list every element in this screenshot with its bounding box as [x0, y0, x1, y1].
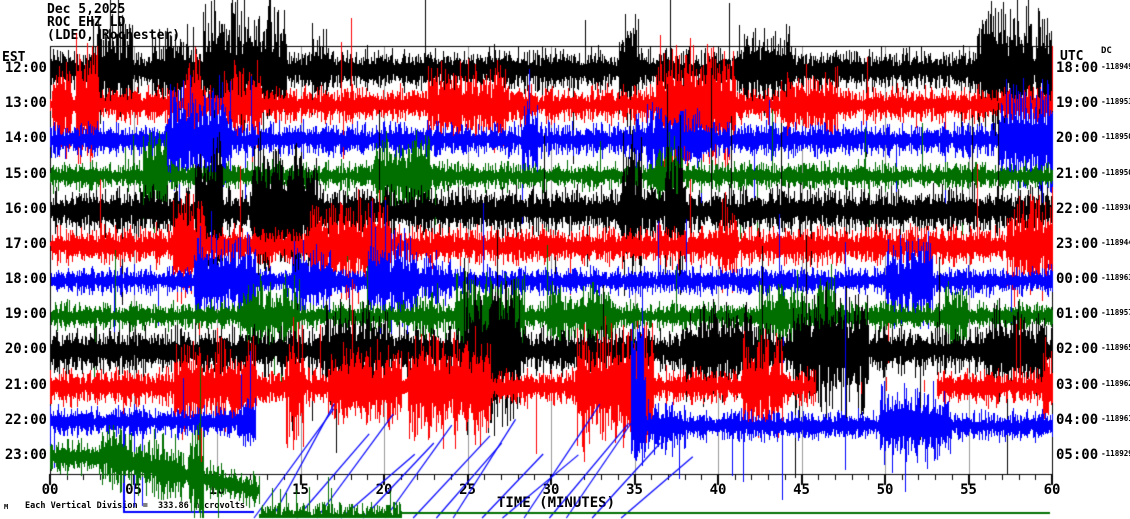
dc-offset-value: -1189368 [1101, 203, 1130, 212]
dc-column-label: DC [1101, 46, 1112, 56]
utc-hour-value: 18:00 [1056, 61, 1098, 75]
left-hour-label-12: 12:00 [0, 61, 47, 75]
right-hour-label-20: 20:00-1189501 [1056, 131, 1130, 145]
dc-offset-value: -1189627 [1101, 379, 1130, 388]
left-hour-label-20: 20:00 [0, 342, 47, 356]
dc-offset-value: -1189632 [1101, 273, 1130, 282]
scale-note: Each Vertical Division = 333.86 microvol… [25, 501, 245, 511]
dc-offset-value: -1189530 [1101, 97, 1130, 106]
utc-hour-value: 05:00 [1056, 448, 1098, 462]
utc-hour-value: 03:00 [1056, 378, 1098, 392]
utc-hour-value: 04:00 [1056, 413, 1098, 427]
utc-hour-value: 01:00 [1056, 307, 1098, 321]
minute-tick-label-35: 35 [626, 482, 643, 498]
left-hour-label-13: 13:00 [0, 96, 47, 110]
minute-tick-label-45: 45 [793, 482, 810, 498]
right-hour-label-19: 19:00-1189530 [1056, 96, 1130, 110]
right-hour-label-21: 21:00-1189500 [1056, 167, 1130, 181]
dc-offset-value: -1189290 [1101, 449, 1130, 458]
minute-tick-label-00: 00 [42, 482, 59, 498]
right-hour-label-22: 22:00-1189368 [1056, 202, 1130, 216]
minute-tick-label-60: 60 [1044, 482, 1061, 498]
right-hour-label-18: 18:00-1189498 [1056, 61, 1130, 75]
network-label: (LDEO, Rochester) [47, 29, 180, 42]
right-hour-label-00: 00:00-1189632 [1056, 272, 1130, 286]
left-hour-label-18: 18:00 [0, 272, 47, 286]
left-hour-label-17: 17:00 [0, 237, 47, 251]
dc-offset-value: -1189500 [1101, 168, 1130, 177]
left-hour-label-16: 16:00 [0, 202, 47, 216]
minute-tick-label-40: 40 [710, 482, 727, 498]
seismogram-plot [0, 0, 1130, 519]
utc-hour-value: 20:00 [1056, 131, 1098, 145]
left-hour-label-14: 14:00 [0, 131, 47, 145]
utc-hour-value: 22:00 [1056, 202, 1098, 216]
left-hour-label-15: 15:00 [0, 167, 47, 181]
minute-tick-label-30: 30 [543, 482, 560, 498]
utc-hour-value: 02:00 [1056, 342, 1098, 356]
helicorder-screen: Dec 5,2025 ROC EHZ LD (LDEO, Rochester) … [0, 0, 1130, 519]
left-hour-label-21: 21:00 [0, 378, 47, 392]
right-hour-label-23: 23:00-1189445 [1056, 237, 1130, 251]
minute-tick-label-10: 10 [209, 482, 226, 498]
right-hour-label-04: 04:00-1189612 [1056, 413, 1130, 427]
left-hour-label-23: 23:00 [0, 448, 47, 462]
minute-tick-label-55: 55 [960, 482, 977, 498]
dc-offset-value: -1189445 [1101, 238, 1130, 247]
minute-tick-label-05: 05 [125, 482, 142, 498]
corner-mark: M [4, 503, 8, 511]
right-hour-label-01: 01:00-1189574 [1056, 307, 1130, 321]
right-hour-label-03: 03:00-1189627 [1056, 378, 1130, 392]
dc-offset-value: -1189612 [1101, 414, 1130, 423]
dc-offset-value: -1189501 [1101, 132, 1130, 141]
minute-tick-label-15: 15 [292, 482, 309, 498]
right-hour-label-05: 05:00-1189290 [1056, 448, 1130, 462]
utc-hour-value: 23:00 [1056, 237, 1098, 251]
dc-offset-value: -1189656 [1101, 343, 1130, 352]
minute-tick-label-50: 50 [877, 482, 894, 498]
left-hour-label-19: 19:00 [0, 307, 47, 321]
minute-tick-label-25: 25 [459, 482, 476, 498]
dc-offset-value: -1189498 [1101, 62, 1130, 71]
right-hour-label-02: 02:00-1189656 [1056, 342, 1130, 356]
minute-tick-label-20: 20 [376, 482, 393, 498]
left-hour-label-22: 22:00 [0, 413, 47, 427]
utc-hour-value: 21:00 [1056, 167, 1098, 181]
dc-offset-value: -1189574 [1101, 308, 1130, 317]
utc-hour-value: 00:00 [1056, 272, 1098, 286]
utc-hour-value: 19:00 [1056, 96, 1098, 110]
